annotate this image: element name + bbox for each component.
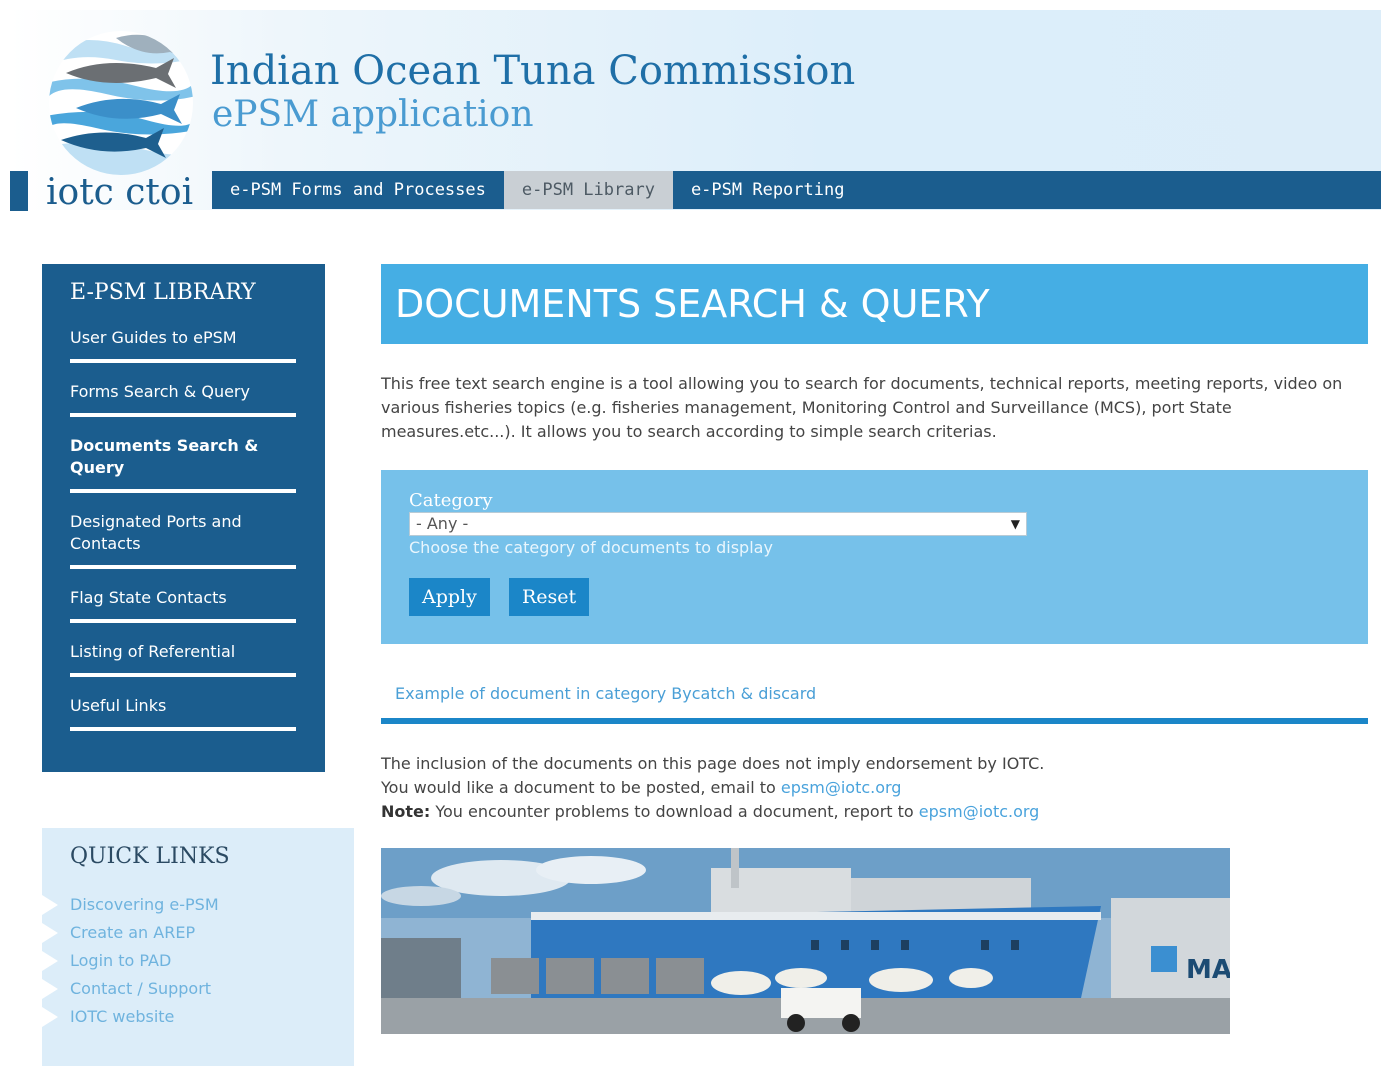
- quick-link-login-pad[interactable]: Login to PAD: [42, 947, 326, 975]
- category-select-value: - Any -: [416, 514, 469, 533]
- sidebar-item-user-guides[interactable]: User Guides to ePSM: [70, 323, 296, 363]
- quick-links-panel: QUICK LINKS Discovering e-PSM Create an …: [42, 828, 354, 1066]
- sidebar-item-listing-referential[interactable]: Listing of Referential: [70, 637, 296, 677]
- download-problem-note: Note: You encounter problems to download…: [381, 800, 1044, 824]
- dropdown-arrow-icon: ▼: [1010, 517, 1020, 531]
- category-label: Category: [409, 490, 493, 511]
- port-vessel-photo: MAE: [381, 848, 1230, 1034]
- category-filter-form: Category - Any - ▼ Choose the category o…: [381, 470, 1368, 644]
- sidebar-item-useful-links[interactable]: Useful Links: [70, 691, 296, 731]
- endorsement-note: The inclusion of the documents on this p…: [381, 754, 1045, 773]
- reset-button[interactable]: Reset: [508, 578, 590, 616]
- organization-title: Indian Ocean Tuna Commission: [210, 48, 856, 94]
- quick-link-discovering-epsm[interactable]: Discovering e-PSM: [42, 891, 326, 919]
- sidebar-item-designated-ports[interactable]: Designated Ports and Contacts: [70, 507, 296, 569]
- apply-button[interactable]: Apply: [409, 578, 490, 616]
- library-sidebar: E-PSM LIBRARY User Guides to ePSM Forms …: [42, 264, 325, 772]
- notes-block: The inclusion of the documents on this p…: [381, 752, 1044, 824]
- sidebar-item-flag-state-contacts[interactable]: Flag State Contacts: [70, 583, 296, 623]
- download-note-text: You encounter problems to download a doc…: [430, 802, 919, 821]
- iotc-logo-globe-icon: [49, 31, 193, 175]
- sidebar-title: E-PSM LIBRARY: [70, 280, 256, 305]
- note-label: Note:: [381, 802, 431, 821]
- posting-note: You would like a document to be posted, …: [381, 776, 1044, 800]
- email-link-report[interactable]: epsm@iotc.org: [919, 802, 1040, 821]
- example-document-link[interactable]: Example of document in category Bycatch …: [395, 684, 816, 703]
- nav-item-reporting[interactable]: e-PSM Reporting: [673, 171, 863, 209]
- section-divider: [381, 718, 1368, 724]
- page-title: DOCUMENTS SEARCH & QUERY: [381, 264, 1368, 344]
- posting-note-text: You would like a document to be posted, …: [381, 778, 781, 797]
- site-header: iotc ctoi Indian Ocean Tuna Commission e…: [10, 10, 1381, 213]
- sidebar-item-forms-search[interactable]: Forms Search & Query: [70, 377, 296, 417]
- category-select[interactable]: - Any - ▼: [409, 512, 1027, 536]
- nav-item-forms-and-processes[interactable]: e-PSM Forms and Processes: [212, 171, 504, 209]
- quick-link-create-arep[interactable]: Create an AREP: [42, 919, 326, 947]
- quick-links-title: QUICK LINKS: [70, 844, 230, 869]
- intro-text: This free text search engine is a tool a…: [381, 374, 1343, 441]
- nav-item-library[interactable]: e-PSM Library: [503, 171, 673, 209]
- iotc-wordmark: iotc ctoi: [46, 172, 194, 213]
- header-accent-bar: [10, 171, 28, 211]
- container-text: MAE: [1186, 955, 1230, 985]
- quick-link-contact-support[interactable]: Contact / Support: [42, 975, 326, 1003]
- application-title: ePSM application: [212, 94, 534, 135]
- main-navigation: e-PSM Forms and Processes e-PSM Library …: [212, 171, 1381, 209]
- sidebar-item-documents-search[interactable]: Documents Search & Query: [70, 431, 296, 493]
- quick-link-iotc-website[interactable]: IOTC website: [42, 1003, 326, 1031]
- category-help-text: Choose the category of documents to disp…: [409, 538, 773, 557]
- email-link-posting[interactable]: epsm@iotc.org: [781, 778, 902, 797]
